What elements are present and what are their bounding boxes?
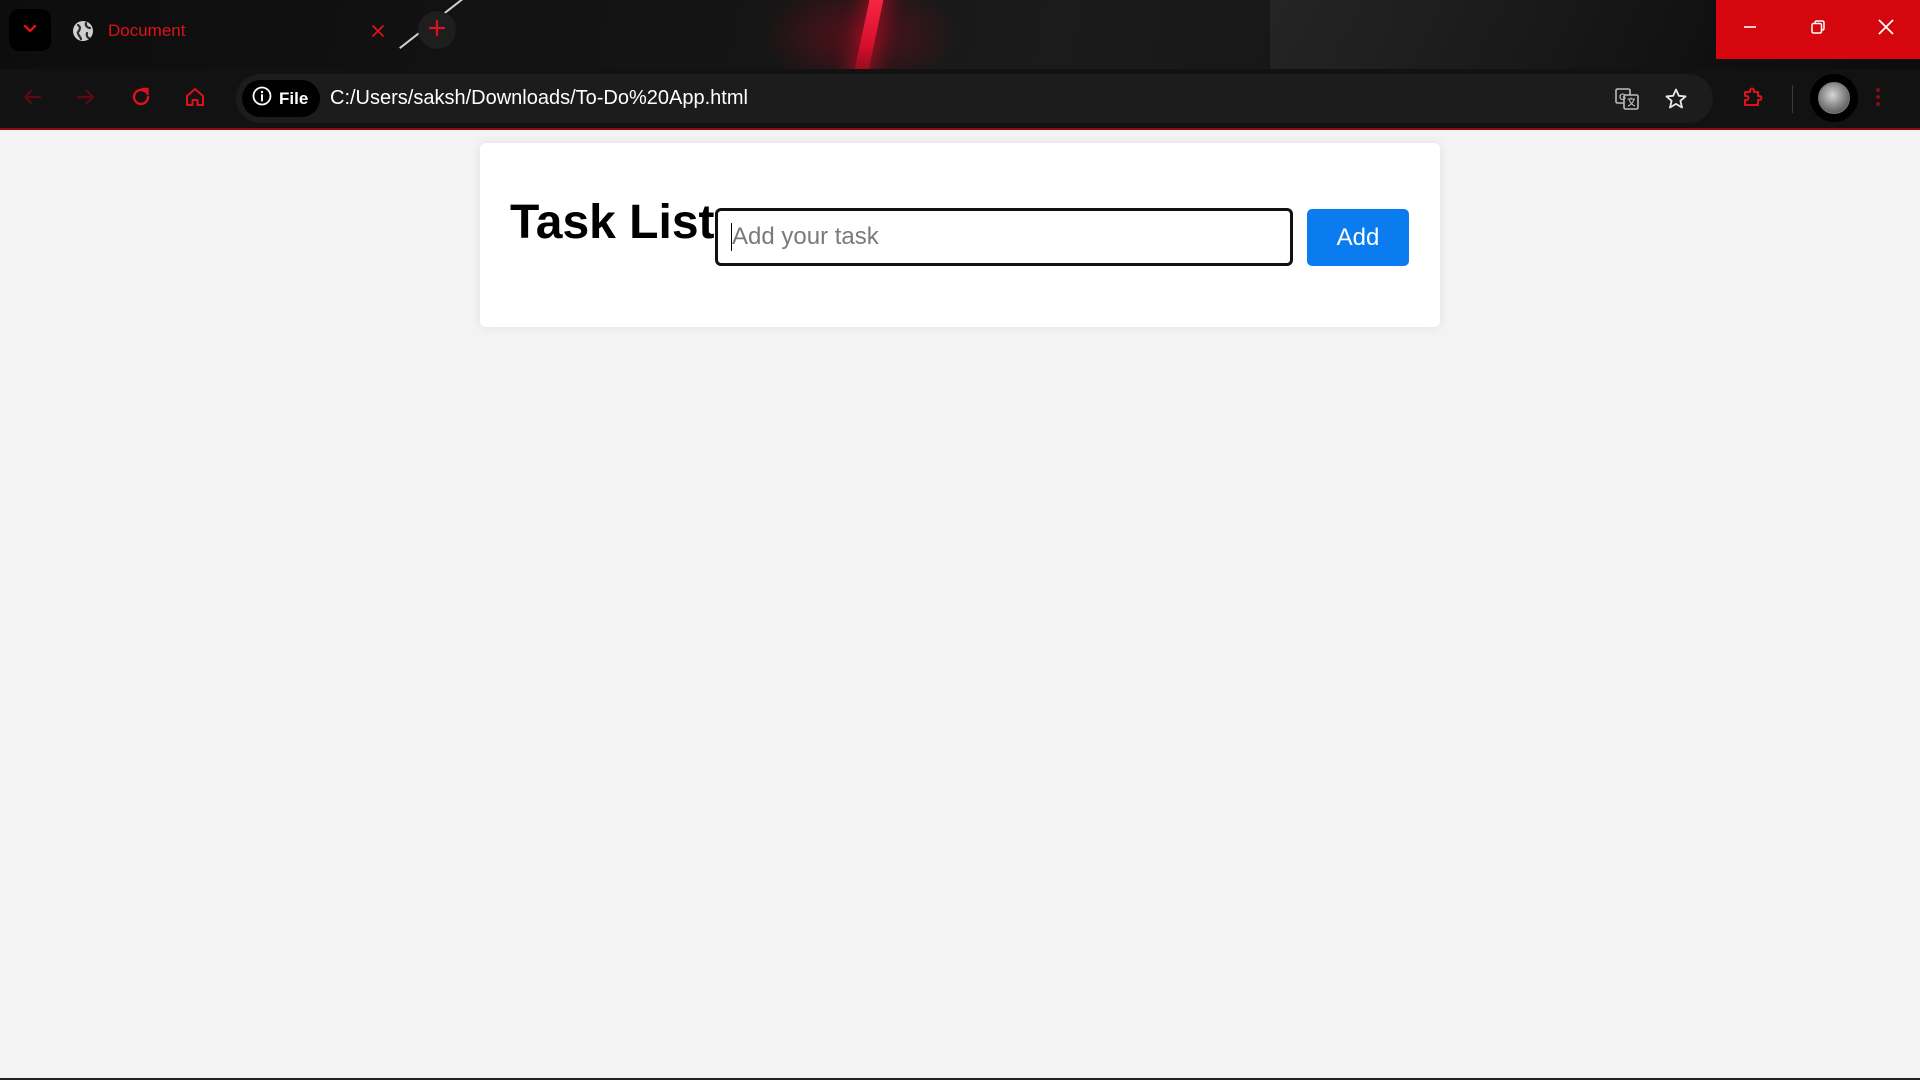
close-window-button[interactable] (1852, 0, 1920, 59)
translate-icon[interactable]: G (1610, 82, 1644, 116)
avatar[interactable] (1810, 74, 1858, 122)
plus-icon (428, 19, 446, 42)
globe-icon (72, 20, 94, 42)
home-icon (184, 86, 206, 113)
close-icon[interactable] (366, 19, 390, 43)
browser-window: Document File C:/Users/saksh/Downloads/T… (0, 0, 1920, 1080)
browser-toolbar: File C:/Users/saksh/Downloads/To-Do%20Ap… (0, 69, 1920, 130)
extensions-button[interactable] (1733, 79, 1773, 119)
browser-menu-button[interactable] (1866, 79, 1890, 119)
profile-picture (1818, 82, 1850, 114)
reload-button[interactable] (121, 79, 161, 119)
arrow-left-icon (21, 86, 43, 113)
tab-search-button[interactable] (9, 9, 51, 51)
minimize-button[interactable] (1716, 0, 1784, 59)
restore-button[interactable] (1784, 0, 1852, 59)
page-viewport: Task List Add (0, 130, 1920, 1078)
puzzle-icon (1741, 85, 1765, 114)
toolbar-divider (1792, 85, 1793, 113)
todo-container: Task List Add (480, 143, 1440, 327)
new-tab-button[interactable] (418, 11, 456, 49)
reload-icon (130, 86, 152, 113)
site-info-button[interactable]: File (242, 80, 321, 117)
minimize-icon (1742, 19, 1758, 40)
add-task-button[interactable]: Add (1307, 209, 1409, 266)
close-icon (1877, 18, 1895, 41)
back-button[interactable] (12, 79, 52, 119)
svg-text:G: G (1619, 92, 1626, 102)
url-text[interactable]: C:/Users/saksh/Downloads/To-Do%20App.htm… (330, 74, 748, 123)
arrow-right-icon (75, 86, 97, 113)
text-cursor (731, 223, 732, 251)
address-bar[interactable]: File C:/Users/saksh/Downloads/To-Do%20Ap… (236, 74, 1713, 123)
task-input[interactable] (715, 208, 1293, 266)
tab-strip: Document (0, 0, 1920, 69)
page-title: Task List (510, 196, 715, 249)
kebab-menu-icon (1875, 86, 1881, 113)
forward-button[interactable] (66, 79, 106, 119)
info-icon (252, 86, 272, 111)
home-button[interactable] (175, 79, 215, 119)
tab-document[interactable]: Document (60, 8, 400, 54)
restore-icon (1810, 19, 1826, 40)
site-info-label: File (279, 88, 309, 108)
chevron-down-icon (22, 20, 38, 41)
theme-background-shade (1270, 0, 1720, 69)
star-icon[interactable] (1659, 82, 1693, 116)
tab-title: Document (108, 21, 186, 40)
